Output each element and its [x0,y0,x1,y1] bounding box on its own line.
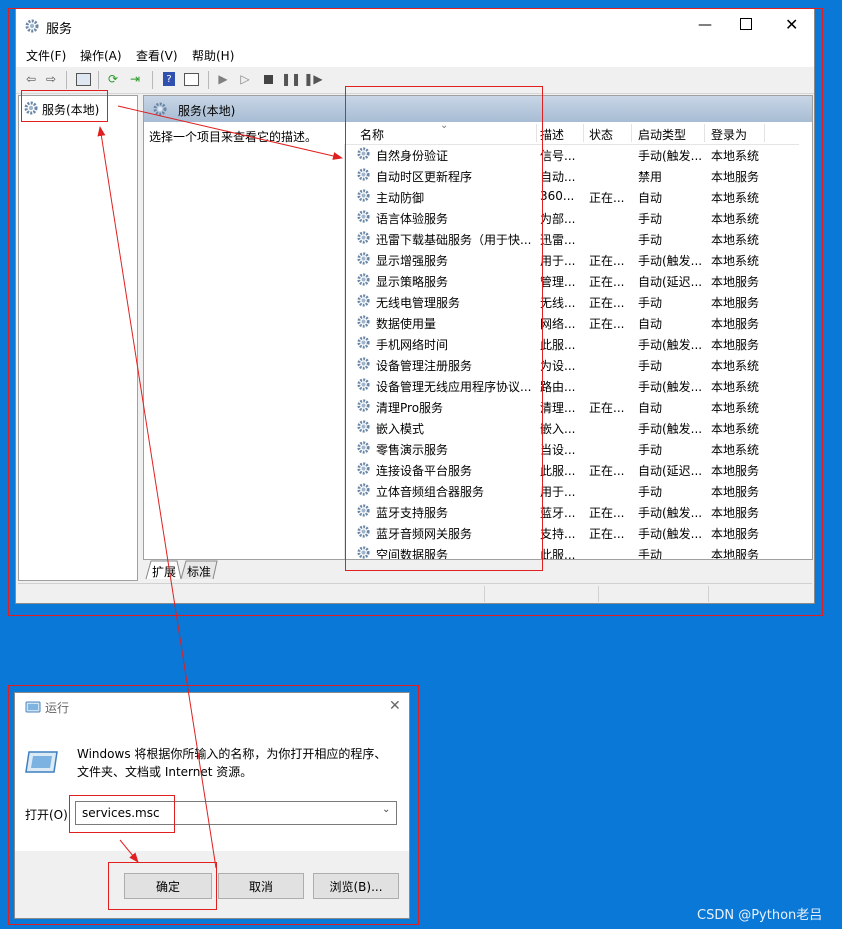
annotation-box-ok-button [108,862,217,910]
annotation-box-command-input [69,795,175,833]
watermark: CSDN @Python老吕 [697,908,823,923]
annotation-box-name-column [345,86,543,571]
annotation-box-tree-item [21,90,108,122]
